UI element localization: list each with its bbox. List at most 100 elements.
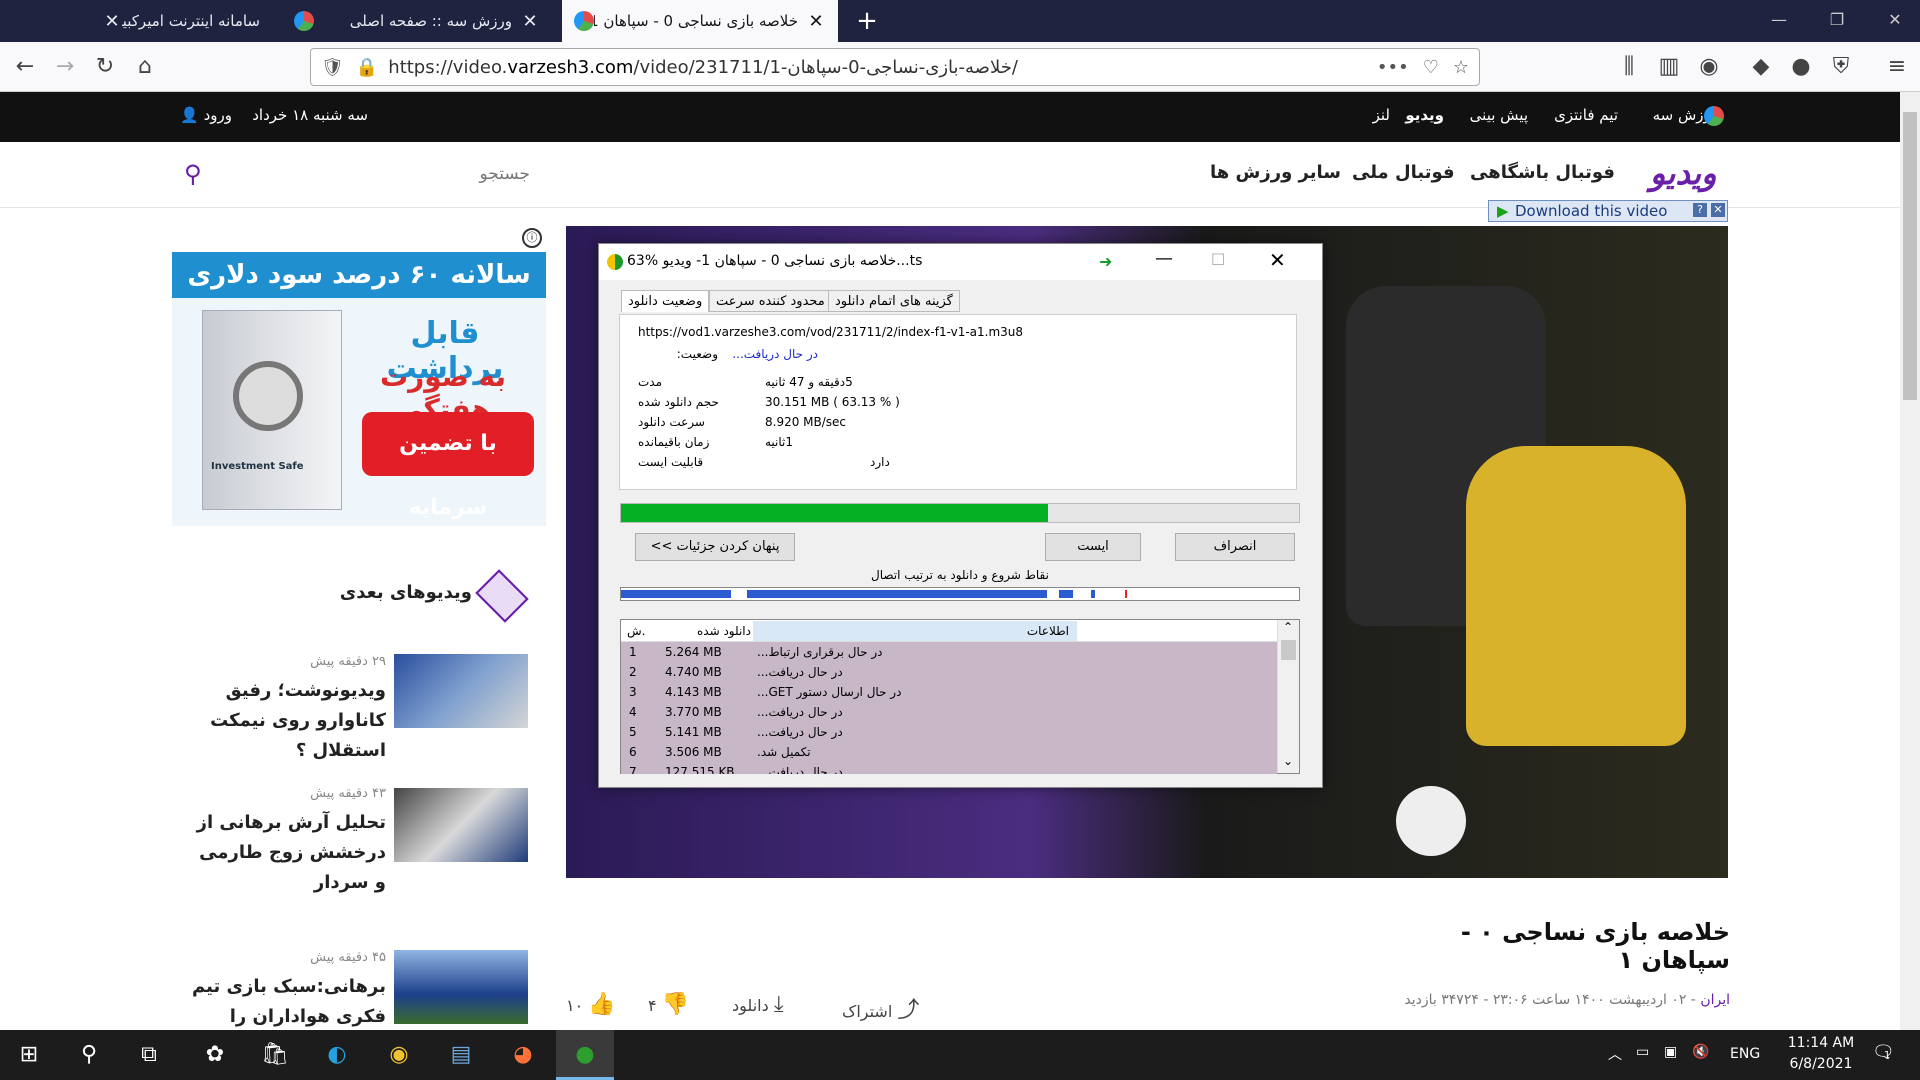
search-icon[interactable]: ⚲	[60, 1030, 118, 1080]
idm-taskbar-icon[interactable]: ●	[556, 1030, 614, 1080]
next-videos-icon	[475, 569, 529, 623]
download-video-banner[interactable]: ▶ Download this video ? ✕	[1488, 200, 1728, 222]
download-url: https://vod1.varzeshe3.com/vod/231711/2/…	[638, 325, 1024, 339]
chrome-icon[interactable]: ◉	[370, 1030, 428, 1080]
dialog-maximize-icon[interactable]: ☐	[1211, 250, 1225, 269]
page-scroll-thumb[interactable]	[1903, 112, 1917, 400]
close-tab-icon[interactable]: ✕	[806, 11, 826, 32]
new-tab-icon[interactable]: +	[850, 4, 884, 38]
tab-amirkabir[interactable]: ✕ سامانه اینترنت امیرکبیر	[90, 0, 280, 42]
like-button[interactable]: 👍 ۱۰	[566, 992, 616, 1017]
sidebar-icon[interactable]: ▥	[1652, 50, 1686, 84]
pocket-icon[interactable]: ♡	[1423, 57, 1439, 78]
scroll-thumb[interactable]	[1281, 640, 1296, 660]
dialog-close-icon[interactable]: ✕	[1269, 248, 1286, 272]
nav-club-football[interactable]: فوتبال باشگاهی	[1470, 162, 1615, 183]
show-hidden-icons[interactable]: ︿	[1608, 1044, 1622, 1064]
network-icon[interactable]: ▣	[1664, 1044, 1677, 1060]
arrow-icon: ➜	[1099, 252, 1113, 271]
thumbs-down-icon: 👎	[661, 992, 690, 1017]
clock-time[interactable]: 11:14 AM	[1776, 1035, 1866, 1051]
restore-icon[interactable]: ❐	[1808, 0, 1866, 42]
dialog-titlebar[interactable]: ts...خلاصه بازی نساجی 0 - سپاهان 1- ویدی…	[599, 244, 1322, 280]
ad-info-icon[interactable]: ⓘ	[522, 228, 542, 248]
extension-icon[interactable]: ◆	[1744, 50, 1778, 84]
table-row[interactable]: 1 5.264 MB در حال برقراری ارتباط...	[621, 642, 1277, 662]
segment	[1059, 590, 1073, 598]
top-menu-lens[interactable]: لنز	[1354, 106, 1390, 124]
site-top-bar: ورزش سه تیم فانتزی پیش بینی ویدیو لنز سه…	[0, 92, 1900, 142]
scroll-up-icon[interactable]: ⌃	[1283, 620, 1293, 634]
page-actions-icon[interactable]: •••	[1377, 57, 1409, 78]
notifications-icon[interactable]: 🗨 1	[1872, 1042, 1895, 1063]
tab-video-active[interactable]: خلاصه بازی نساجی 0 - سپاهان 1 ✕	[562, 0, 838, 42]
safe-dial-icon	[233, 361, 303, 431]
help-icon[interactable]: ?	[1693, 203, 1707, 217]
search-input[interactable]	[220, 152, 530, 196]
tab-download-status[interactable]: وضعیت دانلود	[621, 290, 710, 312]
battery-icon[interactable]: ▭	[1636, 1044, 1649, 1060]
table-row[interactable]: 6 3.506 MB تکمیل شد.	[621, 742, 1277, 762]
url-bar[interactable]: 🛡 🔒 https://video.varzesh3.com/video/231…	[310, 48, 1480, 86]
reload-icon[interactable]: ↻	[88, 50, 122, 84]
close-tab-icon[interactable]: ✕	[520, 11, 540, 32]
close-banner-icon[interactable]: ✕	[1711, 203, 1725, 217]
user-icon: 👤	[180, 106, 199, 124]
varzesh3-logo-icon[interactable]	[1704, 106, 1724, 126]
close-tab-icon[interactable]: ✕	[102, 11, 122, 32]
store-icon[interactable]: 🛍	[246, 1030, 304, 1080]
list-item[interactable]: ۴۵ دقیقه پیش برهانی:سبک بازی تیم فکری هو…	[172, 940, 546, 1057]
list-scrollbar[interactable]: ⌃ ⌄	[1277, 620, 1299, 773]
close-window-icon[interactable]: ✕	[1866, 0, 1920, 42]
menu-icon[interactable]: ≡	[1880, 50, 1914, 84]
computer-icon[interactable]: ▤	[432, 1030, 490, 1080]
dislike-button[interactable]: 👎 ۴	[648, 992, 689, 1017]
start-icon[interactable]: ⊞	[0, 1030, 58, 1080]
top-menu-video[interactable]: ویدیو	[1396, 106, 1444, 124]
table-row[interactable]: 2 4.740 MB در حال دریافت...	[621, 662, 1277, 682]
shield-icon[interactable]: 🛡	[321, 57, 344, 78]
volume-muted-icon[interactable]: 🔇	[1692, 1044, 1709, 1060]
shield-extension-icon[interactable]: ⛨	[1824, 50, 1858, 84]
library-icon[interactable]: ⫼	[1612, 50, 1646, 84]
idm-extension-icon[interactable]: ●	[1784, 50, 1818, 84]
country-link[interactable]: ایران	[1700, 992, 1730, 1008]
tab-on-complete[interactable]: گزینه های اتمام دانلود	[828, 290, 960, 312]
edge-icon[interactable]: ◐	[308, 1030, 366, 1080]
hide-details-button[interactable]: پنهان کردن جزئیات >>	[635, 533, 795, 561]
site-favicon-icon	[574, 11, 594, 31]
table-row[interactable]: 4 3.770 MB در حال دریافت...	[621, 702, 1277, 722]
task-view-icon[interactable]: ⧉	[120, 1030, 178, 1080]
scroll-down-icon[interactable]: ⌄	[1283, 754, 1293, 768]
table-row[interactable]: 3 4.143 MB در حال ارسال دستور GET...	[621, 682, 1277, 702]
cancel-button[interactable]: انصراف	[1175, 533, 1295, 561]
list-item[interactable]: ۲۹ دقیقه پیش ویدیونوشت؛ رفیق کاناوارو رو…	[172, 644, 546, 764]
search-icon[interactable]: ⚲	[184, 160, 202, 188]
language-indicator[interactable]: ENG	[1730, 1046, 1760, 1062]
clock-date[interactable]: 6/8/2021	[1776, 1056, 1866, 1072]
ad-banner[interactable]: سالانه ۶۰ درصد سود دلاری Investment Safe…	[172, 252, 546, 526]
pause-button[interactable]: ایست	[1045, 533, 1141, 561]
nav-other-sports[interactable]: سایر ورزش ها	[1210, 162, 1341, 183]
download-button[interactable]: ⤓ دانلود	[732, 992, 784, 1017]
table-row[interactable]: 5 5.141 MB در حال دریافت...	[621, 722, 1277, 742]
back-icon[interactable]: ←	[8, 50, 42, 84]
account-icon[interactable]: ◉	[1692, 50, 1726, 84]
video-logo[interactable]: ویدیو	[1650, 154, 1717, 192]
login-link[interactable]: ورود 👤	[176, 106, 232, 124]
list-item[interactable]: ۴۳ دقیقه پیش تحلیل آرش برهانی از درخشش ز…	[172, 776, 546, 926]
tab-varzesh3-home[interactable]: ورزش سه :: صفحه اصلی ✕	[282, 0, 552, 42]
top-menu-fantasy[interactable]: تیم فانتزی	[1538, 106, 1618, 124]
tab-speed-limiter[interactable]: محدود کننده سرعت	[709, 290, 832, 312]
top-menu-predict[interactable]: پیش بینی	[1452, 106, 1528, 124]
forward-icon[interactable]: →	[48, 50, 82, 84]
dialog-minimize-icon[interactable]: —	[1155, 248, 1173, 269]
minimize-icon[interactable]: —	[1750, 0, 1808, 42]
share-button[interactable]: ⤴ اشتراک	[842, 992, 919, 1024]
app-icon[interactable]: ✿	[186, 1030, 244, 1080]
firefox-icon[interactable]: ◕	[494, 1030, 552, 1080]
nav-national-football[interactable]: فوتبال ملی	[1352, 162, 1455, 183]
table-row[interactable]: 7 127.515 KB در حال دریافت...	[621, 762, 1277, 774]
bookmark-star-icon[interactable]: ☆	[1453, 57, 1469, 78]
home-icon[interactable]: ⌂	[128, 50, 162, 84]
